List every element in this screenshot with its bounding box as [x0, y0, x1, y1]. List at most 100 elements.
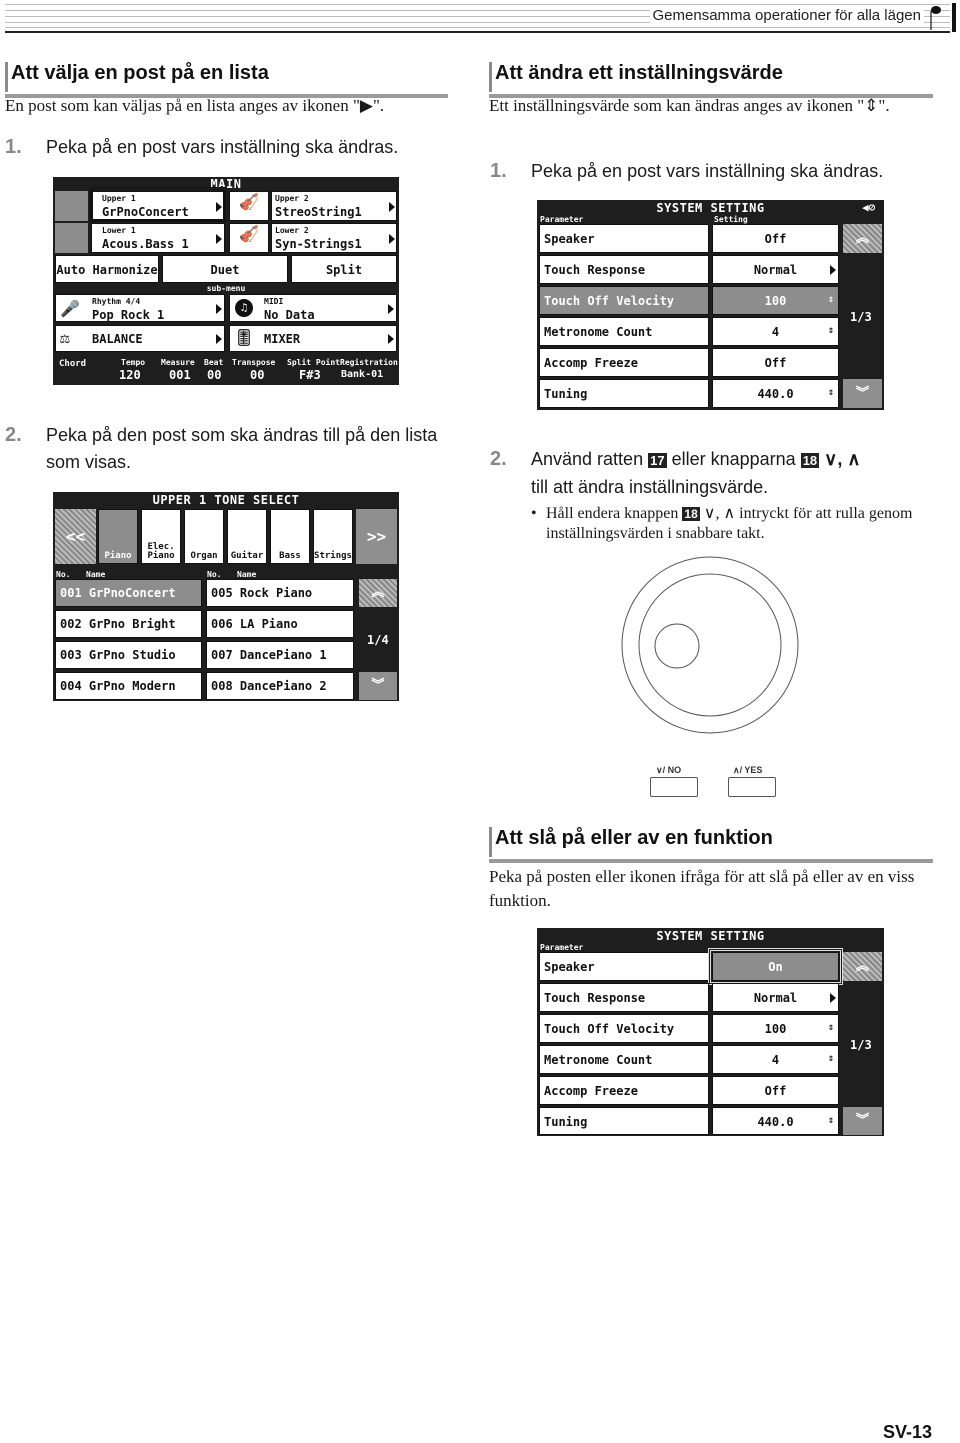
- step-1-right: 1. Peka på en post vars inställning ska …: [490, 160, 884, 182]
- tone-item[interactable]: 006 LA Piano: [206, 610, 354, 638]
- yes-up-button[interactable]: [728, 777, 776, 797]
- page-number: SV-13: [882, 1422, 932, 1442]
- page-up-button[interactable]: ︽: [843, 952, 882, 981]
- no-down-button[interactable]: [650, 777, 698, 797]
- param-accomp-freeze[interactable]: Accomp Freeze: [539, 348, 709, 377]
- tone-item[interactable]: 002 GrPno Bright: [55, 610, 202, 638]
- up-down-icon: ⇕: [828, 1053, 835, 1064]
- up-down-icon: ⇕: [828, 1115, 835, 1126]
- setting-touch-response[interactable]: Normal: [712, 983, 839, 1012]
- tone-item[interactable]: 008 DancePiano 2: [206, 672, 354, 700]
- prev-category-button[interactable]: <<: [55, 509, 96, 564]
- category-bass[interactable]: Bass: [270, 509, 310, 564]
- tempo-value[interactable]: 120: [119, 368, 141, 382]
- page-up-button[interactable]: ︽: [359, 579, 397, 607]
- beat-label: Beat: [204, 358, 224, 367]
- param-speaker[interactable]: Speaker: [539, 224, 709, 253]
- midi-button[interactable]: ♫ MIDI No Data: [229, 294, 397, 322]
- beat-value: 00: [207, 368, 222, 382]
- param-metronome-count[interactable]: Metronome Count: [539, 1045, 709, 1074]
- param-touch-response[interactable]: Touch Response: [539, 983, 709, 1012]
- system-setting-screen-2: SYSTEM SETTING Parameter Speaker On Touc…: [537, 928, 884, 1136]
- split-point-label: Split Point: [287, 358, 340, 367]
- rhythm-button[interactable]: 🎤 Rhythm 4/4 Pop Rock 1: [55, 294, 225, 322]
- category-elec-piano[interactable]: Elec. Piano: [141, 509, 181, 564]
- col-name: Name: [86, 570, 106, 579]
- setting-accomp-freeze[interactable]: Off: [712, 1076, 839, 1105]
- section-heading-toggle: Att slå på eller av en funktion: [489, 827, 933, 863]
- no-label: ∨/ NO: [656, 765, 682, 775]
- header-title: Gemensamma operationer för alla lägen: [649, 7, 924, 24]
- param-touch-off-velocity[interactable]: Touch Off Velocity: [539, 286, 709, 315]
- intro-toggle: Peka på posten eller ikonen ifråga för a…: [489, 867, 915, 910]
- page-down-button[interactable]: ︾: [843, 379, 882, 408]
- badge-18: 18: [682, 507, 700, 521]
- setting-touch-off-velocity[interactable]: 100 ⇕: [712, 1014, 839, 1043]
- duet-button[interactable]: Duet: [162, 255, 288, 283]
- next-category-button[interactable]: >>: [356, 509, 397, 564]
- setting-metronome-count[interactable]: 4 ⇕: [712, 1045, 839, 1074]
- intro-change: Ett inställningsvärde som kan ändras ang…: [489, 96, 890, 115]
- param-accomp-freeze[interactable]: Accomp Freeze: [539, 1076, 709, 1105]
- page-up-button[interactable]: ︽: [843, 224, 882, 253]
- tone-item[interactable]: 003 GrPno Studio: [55, 641, 202, 669]
- badge-18: 18: [800, 453, 820, 468]
- measure-value: 001: [169, 368, 191, 382]
- speaker-mute-icon: ◀⊘: [862, 201, 876, 214]
- dial-knob[interactable]: [620, 555, 800, 735]
- tone-item[interactable]: 004 GrPno Modern: [55, 672, 202, 700]
- tone-item[interactable]: 005 Rock Piano: [206, 579, 354, 607]
- mixer-button[interactable]: 🎚 MIXER: [229, 325, 397, 352]
- col-parameter: Parameter: [540, 215, 584, 224]
- tone-item[interactable]: 007 DancePiano 1: [206, 641, 354, 669]
- part-lower2[interactable]: Lower 2 Syn-Strings1: [271, 223, 397, 253]
- section-heading-select: Att välja en post på en lista: [5, 62, 448, 98]
- transpose-value[interactable]: 00: [250, 368, 264, 382]
- setting-speaker[interactable]: Off: [712, 224, 839, 253]
- param-speaker[interactable]: Speaker: [539, 952, 709, 981]
- category-organ[interactable]: Organ: [184, 509, 224, 564]
- focus-frame: [708, 948, 843, 985]
- param-touch-response[interactable]: Touch Response: [539, 255, 709, 284]
- setting-tuning[interactable]: 440.0 ⇕: [712, 1107, 839, 1135]
- registration-label: Registration: [340, 358, 398, 367]
- measure-label: Measure: [161, 358, 195, 367]
- category-strings[interactable]: Strings: [313, 509, 353, 564]
- param-touch-off-velocity[interactable]: Touch Off Velocity: [539, 1014, 709, 1043]
- page-indicator: 1/3: [850, 1038, 872, 1052]
- step-1-left: 1. Peka på en post vars inställning ska …: [5, 136, 399, 158]
- chord-label: Chord: [59, 359, 87, 369]
- page-down-button[interactable]: ︾: [843, 1107, 882, 1135]
- part-upper2[interactable]: Upper 2 StreoString1: [271, 191, 397, 221]
- col-no: No.: [56, 570, 71, 579]
- category-guitar[interactable]: Guitar: [227, 509, 267, 564]
- setting-metronome-count[interactable]: 4 ⇕: [712, 317, 839, 346]
- tempo-label: Tempo: [121, 358, 146, 367]
- up-down-icon: ⇕: [828, 387, 835, 398]
- setting-touch-response[interactable]: Normal: [712, 255, 839, 284]
- submenu-label: sub-menu: [206, 284, 246, 293]
- auto-harmonize-button[interactable]: Auto Harmonize: [55, 255, 159, 283]
- page-down-button[interactable]: ︾: [359, 672, 397, 700]
- param-tuning[interactable]: Tuning: [539, 1107, 709, 1135]
- violin-icon[interactable]: 🎻: [229, 223, 269, 253]
- tone-item[interactable]: 001 GrPnoConcert: [55, 579, 202, 607]
- split-button[interactable]: Split: [291, 255, 397, 283]
- setting-touch-off-velocity[interactable]: 100 ⇕: [712, 286, 839, 315]
- setting-accomp-freeze[interactable]: Off: [712, 348, 839, 377]
- param-tuning[interactable]: Tuning: [539, 379, 709, 408]
- setting-tuning[interactable]: 440.0 ⇕: [712, 379, 839, 408]
- registration-value[interactable]: Bank-01: [341, 369, 383, 380]
- up-down-icon: ⇕: [828, 325, 835, 336]
- guitar-icon[interactable]: [55, 223, 88, 253]
- violin-icon[interactable]: 🎻: [229, 191, 269, 221]
- piano-icon[interactable]: [55, 191, 88, 221]
- balance-button[interactable]: ⚖ BALANCE: [55, 325, 225, 352]
- category-piano[interactable]: Piano: [98, 509, 138, 564]
- split-point-value[interactable]: F#3: [299, 368, 321, 382]
- step-2-left: 2. Peka på den post som ska ändras till …: [5, 424, 438, 472]
- col-name: Name: [237, 570, 257, 579]
- param-metronome-count[interactable]: Metronome Count: [539, 317, 709, 346]
- part-lower1[interactable]: Lower 1 Acous.Bass 1: [91, 223, 225, 253]
- tone-select-screen: UPPER 1 TONE SELECT << Piano Elec. Piano…: [53, 492, 399, 701]
